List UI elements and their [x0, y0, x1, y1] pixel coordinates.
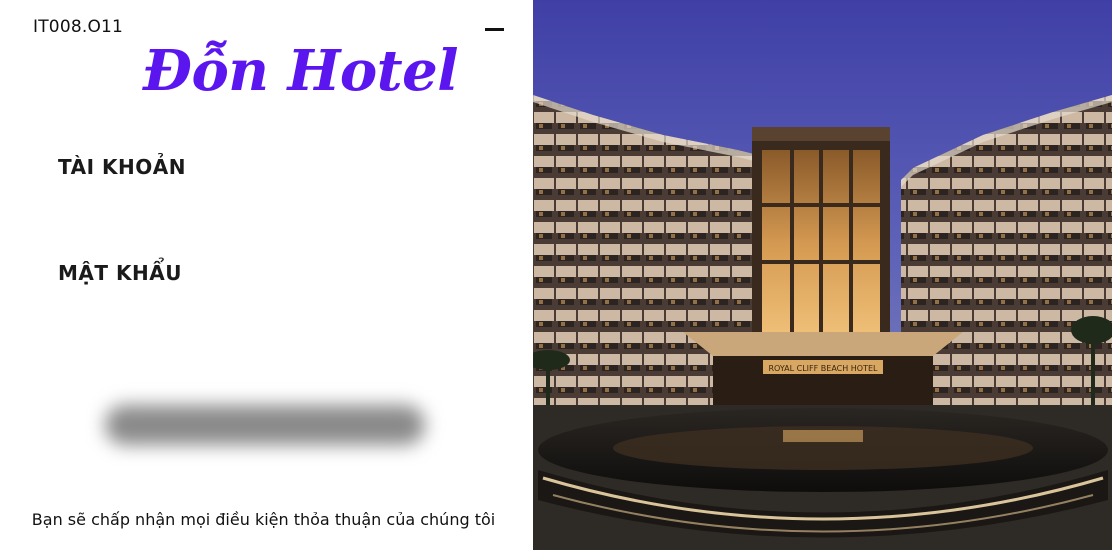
hotel-photo: ROYAL CLIFF BEACH HOTEL [533, 0, 1112, 550]
login-button[interactable] [105, 405, 425, 445]
brand-title: Đỗn Hotel [143, 38, 459, 104]
hotel-photo-graphic: ROYAL CLIFF BEACH HOTEL [533, 0, 1112, 550]
password-label: MẬT KHẨU [58, 261, 182, 285]
account-label: TÀI KHOẢN [58, 155, 186, 179]
account-input[interactable] [58, 193, 482, 225]
login-panel: IT008.O11 Đỗn Hotel TÀI KHOẢN MẬT KHẨU B… [0, 0, 533, 550]
minimize-icon [485, 28, 504, 31]
terms-text: Bạn sẽ chấp nhận mọi điều kiện thỏa thuậ… [31, 510, 496, 529]
minimize-button[interactable] [482, 20, 508, 40]
password-input[interactable] [58, 299, 482, 331]
course-code: IT008.O11 [33, 17, 124, 37]
hotel-sign: ROYAL CLIFF BEACH HOTEL [768, 364, 878, 373]
